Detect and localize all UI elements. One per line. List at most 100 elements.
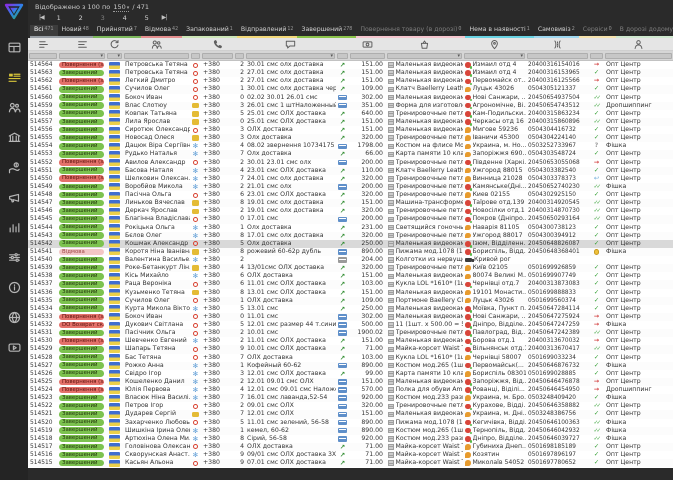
table-row[interactable]: 514539 Завершений Роке-Бетанкурт Лін... +38… [28,264,673,273]
table-row[interactable]: 514554 Завершений Дацюк Віра Сергіївна ✻ +38… [28,142,673,151]
page-number[interactable]: 2 [70,12,92,24]
table-row[interactable]: 514527 Завершений Рожко Анна ✻ +380 1 Кофейный… [28,361,673,370]
table-row[interactable]: 514548 Завершений Пасічна Ольга +380 6 23.01 … [28,191,673,200]
table-row[interactable]: 514542 Завершений Кошмак Александр +380 5 Олх… [28,239,673,248]
table-row[interactable]: 514537 Завершений Раца Вероніка +380 6 11.01 … [28,280,673,289]
column-header-status[interactable] [58,38,106,50]
status-tab[interactable]: Самовивіз2 [533,25,579,38]
last-page-button[interactable] [158,12,171,24]
table-row[interactable]: 514551 Завершений Басова Наталя ✻ +380 4 23.01… [28,166,673,175]
table-row[interactable]: 514556 Завершений Сиротюк Олександр +380 3 ОЛ… [28,126,673,135]
filter-phone[interactable] [202,52,233,59]
filter-pay[interactable] [337,52,348,59]
sidebar-item-support[interactable] [0,302,28,332]
column-header-amount[interactable] [349,38,386,50]
status-tab[interactable]: Всі471 [30,25,58,38]
sidebar-item-products[interactable] [0,122,28,152]
filter-count[interactable] [235,52,244,59]
filter-product[interactable] [387,52,462,59]
table-row[interactable]: 514521 Завершений Дударев Сергій +380 7 12.01… [28,410,673,419]
page-size-dropdown[interactable]: 150 [113,3,130,12]
table-row[interactable]: 514561 Завершений Сучилов Олег +380 1 30.01 с… [28,85,673,94]
table-row[interactable]: 514522 Завершений Петров Ігор +380 2 09.01 см… [28,402,673,411]
filter-tracking[interactable] [527,52,588,59]
filter-check[interactable] [590,52,603,59]
table-row[interactable]: 514515 Завершений Касьян Альона +380 9 07.01 … [28,459,673,468]
filter-id[interactable] [29,52,57,59]
table-row[interactable]: 514558 Завершений Ковпак Татьяна +380 5 25.01… [28,109,673,118]
status-tab[interactable]: Нема в наявності1 [465,25,534,38]
sidebar-item-video[interactable] [0,332,28,362]
table-row[interactable]: 514552 Повернення (з... Авилов Александр +3… [28,158,673,167]
table-row[interactable]: 514528 Завершений Бас Тетяна +380 7 ОЛХ доста… [28,353,673,362]
filter-status[interactable] [59,52,105,59]
filter-client[interactable] [124,52,189,59]
filter-src-icon[interactable] [191,52,200,59]
table-row[interactable]: 514557 Завершений Лила Ярослав +380 0 25.01 с… [28,117,673,126]
table-row[interactable]: 514532 DO Возврат ск... Дукович Світлана +3… [28,321,673,330]
status-tab[interactable]: Завершений278 [297,25,357,38]
sidebar-item-settings[interactable] [0,242,28,272]
table-row[interactable]: 514559 Завершений Влас Слотюу +380 3 26.01 см… [28,101,673,110]
table-row[interactable]: 514523 Завершений Власюк Ніна Василі... ✻ +3… [28,394,673,403]
table-row[interactable]: 514517 Завершений Головінова Олексан... +38… [28,442,673,451]
column-header-tracking[interactable] [526,38,589,50]
status-tab[interactable]: Відправлений12 [236,25,298,38]
table-row[interactable]: 514546 Завершений Деркач Ярослав +380 2 19.01… [28,207,673,216]
table-row[interactable]: 514547 Завершений Линьков Вячеслав +380 8 19.… [28,199,673,208]
status-tab[interactable]: Запакований1 [182,25,237,38]
column-header-destination[interactable] [463,38,526,50]
table-row[interactable]: 514538 Завершений Кісь Михайло ✻ +380 6 ОЛХ до… [28,272,673,281]
sidebar-item-contacts[interactable] [0,92,28,122]
status-tab[interactable]: Відмова42 [140,25,183,38]
table-row[interactable]: 514529 Завершений Шапарь Тетяна +380 9 10.01 … [28,345,673,354]
page-number[interactable]: 1 [48,12,70,24]
filter-source[interactable] [107,52,122,59]
table-row[interactable]: 514540 Завершений Валентина Василье... ✻ +38… [28,256,673,265]
table-row[interactable]: 514533 Повернення (з... Бокоч Иван +380 0 11.… [28,312,673,321]
sidebar-item-dashboard[interactable] [0,32,28,62]
table-row[interactable]: 514525 Повернення (з... Кошеленко Данил ✻ +3… [28,377,673,386]
status-tab[interactable]: Сервіси0 [578,25,616,38]
column-header-source[interactable] [106,38,123,50]
table-row[interactable]: 514520 Завершений Захарченко Любовь +380 5 11… [28,418,673,427]
status-tab[interactable]: В дорозі додому0 [615,25,673,38]
table-row[interactable]: 514531 Завершений Пасічник Ольга +380 2 10.01… [28,329,673,338]
table-row[interactable]: 514535 Завершений Сучилов Олег +380 1 ОЛХ дос… [28,296,673,305]
column-header-client[interactable] [123,38,190,50]
status-tab[interactable]: Прийнятий7 [92,25,141,38]
page-number[interactable]: 4 [114,12,136,24]
column-header-comment[interactable] [245,38,336,50]
column-header-id[interactable] [28,38,58,50]
table-row[interactable]: 514549 Завершений Воробйов Микола ✻ +380 2 21.… [28,182,673,191]
sidebar-item-orders[interactable] [0,62,28,92]
status-tab[interactable]: Повернення товару (в дорозі)0 [356,25,466,38]
table-row[interactable]: 514534 Завершений Курта Микола Вікто... ✻ +3… [28,304,673,313]
table-row[interactable]: 514555 Завершений Новосад Олеся +380 3 Олх до… [28,134,673,143]
table-row[interactable]: 514526 Завершений Свідро Ігор ✻ +380 3 12.01 с… [28,369,673,378]
column-header-supplier[interactable] [604,38,673,50]
table-row[interactable]: 514553 Завершений Рудько Наталья ✻ +380 7 Олх … [28,150,673,159]
page-number[interactable]: 5 [136,12,158,24]
filter-destination[interactable] [464,52,525,59]
sidebar-item-statistics[interactable] [0,212,28,242]
table-row[interactable]: 514536 Завершений Кузьменко Тетяна +380 8 13.… [28,288,673,297]
first-page-button[interactable] [35,12,48,24]
column-header-phone[interactable] [201,38,234,50]
filter-amount[interactable] [350,52,385,59]
table-row[interactable]: 514545 Завершений Благінна Владіслава +380 0… [28,215,673,224]
table-row[interactable]: 514518 Завершений Артюхіна Олена Ми... ✻ +38… [28,434,673,443]
table-row[interactable]: 514543 Завершений Бєлов Олег ✻ +380 8 17.01 см… [28,231,673,240]
filter-comment[interactable] [246,52,335,59]
status-tab[interactable]: Новий48 [57,25,93,38]
table-row[interactable]: 514550 Повернення (з... Шелковин Олексан..… [28,174,673,183]
table-row[interactable]: 514544 Завершений Рокіцька Ольга ✻ +380 1 Олх … [28,223,673,232]
table-row[interactable]: 514519 Завершений Шишкіна Ірина Олек...✻ +3… [28,426,673,435]
table-row[interactable]: 514560 Завершений Бокоч Иван +380 0 02.02 30.… [28,93,673,102]
table-row[interactable]: 514564 Повернення (з... Петровська Тетяна +… [28,61,673,70]
table-row[interactable]: 514524 Повернення (з... Юлія Первова ✻ +380 4… [28,386,673,395]
table-row[interactable]: 514516 Завершений Скворунская Анаст... ✻ +38… [28,451,673,460]
table-row[interactable]: 514563 Завершений Петровська Тетяна +380 2 27… [28,69,673,78]
sidebar-item-info[interactable] [0,272,28,302]
filter-supplier[interactable] [605,52,672,59]
